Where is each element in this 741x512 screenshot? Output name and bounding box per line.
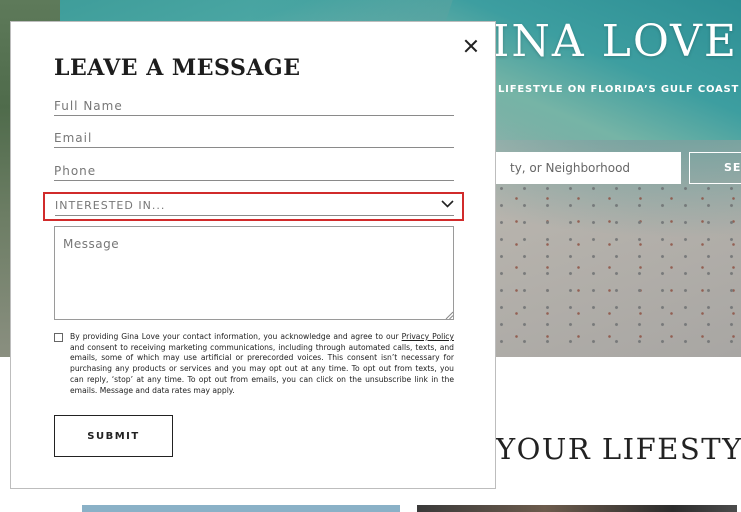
interested-in-label: INTERESTED IN... (55, 199, 166, 212)
submit-button[interactable]: SUBMIT (54, 415, 173, 457)
interested-in-highlight: INTERESTED IN... (43, 192, 464, 221)
listing-tile[interactable] (82, 505, 400, 512)
section-heading: YOUR LIFESTYL (496, 432, 741, 466)
resize-handle-icon[interactable] (445, 311, 453, 319)
chevron-down-icon (441, 200, 454, 208)
consent-text: By providing Gina Love your contact info… (70, 332, 454, 396)
close-icon[interactable] (463, 38, 479, 54)
hero-search-input[interactable]: ty, or Neighborhood (496, 152, 681, 184)
email-input[interactable] (54, 128, 454, 147)
consent-checkbox[interactable] (54, 333, 63, 342)
hero-image-beachgoers (490, 180, 740, 350)
listing-tile[interactable] (417, 505, 737, 512)
leave-message-modal: LEAVE A MESSAGE INTERESTED IN... By prov… (10, 21, 496, 489)
hero-title: INA LOVE (492, 16, 739, 67)
privacy-policy-link[interactable]: Privacy Policy (402, 332, 454, 341)
hero-search-button[interactable]: SE (689, 152, 741, 184)
phone-input[interactable] (54, 161, 454, 180)
full-name-field (54, 96, 454, 116)
full-name-input[interactable] (54, 96, 454, 115)
message-textarea[interactable] (54, 226, 454, 320)
interested-in-select[interactable]: INTERESTED IN... (55, 196, 454, 216)
modal-title: LEAVE A MESSAGE (54, 55, 301, 81)
consent-text-after: and consent to receiving marketing commu… (70, 342, 454, 395)
consent-text-before: By providing Gina Love your contact info… (70, 332, 402, 341)
hero-tagline: LIFESTYLE ON FLORIDA’S GULF COAST (498, 84, 740, 95)
phone-field (54, 161, 454, 181)
email-field (54, 128, 454, 148)
